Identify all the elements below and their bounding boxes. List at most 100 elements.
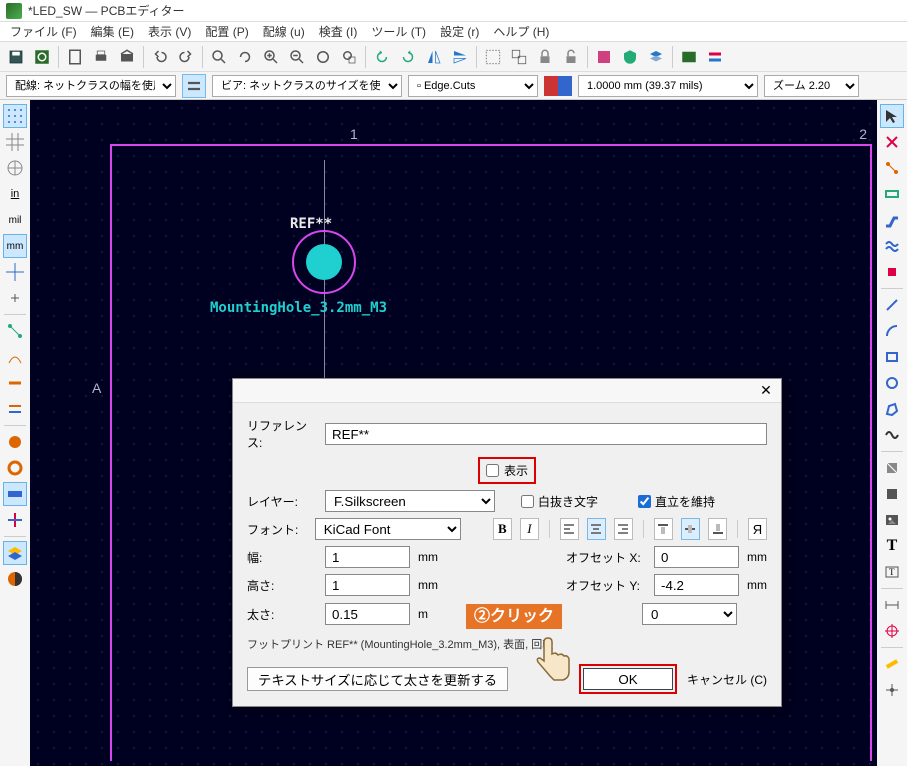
board-setup-icon[interactable] (30, 45, 54, 69)
draw-poly-icon[interactable] (880, 397, 904, 421)
offsetx-input[interactable] (654, 546, 739, 568)
via-display-icon[interactable] (3, 456, 27, 480)
lock-icon[interactable] (533, 45, 557, 69)
footprint-value-text[interactable]: MountingHole_3.2mm_M3 (210, 300, 387, 316)
track-display-icon[interactable] (3, 482, 27, 506)
italic-button[interactable]: I (520, 518, 539, 540)
polar-icon[interactable] (3, 156, 27, 180)
knockout-checkbox[interactable] (521, 495, 534, 508)
zoom-out-icon[interactable] (285, 45, 309, 69)
menu-place[interactable]: 配置 (P) (199, 21, 254, 42)
align-left-button[interactable] (560, 518, 579, 540)
auto-thickness-button[interactable]: テキストサイズに応じて太さを更新する (247, 667, 508, 691)
ratsnest-curved-icon[interactable] (3, 345, 27, 369)
grid-select[interactable]: 1.0000 mm (39.37 mils) (578, 75, 758, 97)
layer-pair-icon[interactable] (544, 76, 572, 96)
valign-bot-button[interactable] (708, 518, 727, 540)
select-tool-icon[interactable] (880, 104, 904, 128)
thickness-input[interactable] (325, 603, 410, 625)
menu-edit[interactable]: 編集 (E) (85, 21, 140, 42)
mirror-h-icon[interactable] (422, 45, 446, 69)
place-footprint-icon[interactable] (880, 182, 904, 206)
drc-icon[interactable] (618, 45, 642, 69)
menu-tools[interactable]: ツール (T) (365, 21, 432, 42)
redo-icon[interactable] (174, 45, 198, 69)
layers-manager-icon[interactable] (644, 45, 668, 69)
draw-circle-icon[interactable] (880, 371, 904, 395)
layer-select[interactable]: ▫ Edge.Cuts (408, 75, 538, 97)
add-textbox-icon[interactable]: T (880, 560, 904, 584)
add-dimension-icon[interactable] (880, 593, 904, 617)
show-checkbox[interactable] (486, 464, 499, 477)
refresh-icon[interactable] (233, 45, 257, 69)
dialog-titlebar[interactable]: ✕ (233, 379, 781, 403)
layer-select-dialog[interactable]: F.Silkscreen (325, 490, 495, 512)
ok-button[interactable]: OK (583, 668, 673, 690)
menu-preferences[interactable]: 設定 (r) (434, 21, 485, 42)
draw-arc-icon[interactable] (880, 319, 904, 343)
align-right-button[interactable] (614, 518, 633, 540)
upright-checkbox-wrap[interactable]: 直立を維持 (638, 493, 715, 510)
print-icon[interactable] (89, 45, 113, 69)
zoom-select[interactable]: ズーム 2.20 (764, 75, 859, 97)
grid-origin-icon[interactable] (880, 678, 904, 702)
unlock-icon[interactable] (559, 45, 583, 69)
pad-display-icon[interactable] (3, 430, 27, 454)
mirror-v-icon[interactable] (448, 45, 472, 69)
set-origin-icon[interactable] (880, 619, 904, 643)
menu-view[interactable]: 表示 (V) (142, 21, 197, 42)
cursor-full-icon[interactable] (3, 260, 27, 284)
zone-display-icon[interactable] (3, 508, 27, 532)
measure-icon[interactable] (880, 652, 904, 676)
upright-checkbox[interactable] (638, 495, 651, 508)
mirror-text-button[interactable]: Я (748, 518, 767, 540)
tune-length-icon[interactable] (880, 260, 904, 284)
reference-input[interactable] (325, 423, 767, 445)
cancel-button[interactable]: キャンセル (C) (687, 671, 767, 688)
net-highlight-icon[interactable] (3, 397, 27, 421)
highlight-net-icon[interactable] (880, 130, 904, 154)
font-select[interactable]: KiCad Font (315, 518, 462, 540)
menu-route[interactable]: 配線 (u) (257, 21, 311, 42)
draw-rect-icon[interactable] (880, 345, 904, 369)
units-in-icon[interactable]: in (3, 182, 27, 206)
footprint-ref-text[interactable]: REF** (290, 216, 332, 232)
track-width-select[interactable]: 配線: ネットクラスの幅を使用 (6, 75, 176, 97)
hide-layers-icon[interactable] (703, 45, 727, 69)
auto-track-icon[interactable] (182, 74, 206, 98)
zoom-fit-icon[interactable] (311, 45, 335, 69)
draw-bezier-icon[interactable] (880, 423, 904, 447)
add-zone-icon[interactable] (880, 482, 904, 506)
units-mm-icon[interactable]: mm (3, 234, 27, 258)
units-mil-icon[interactable]: mil (3, 208, 27, 232)
scripting-icon[interactable] (677, 45, 701, 69)
rotate-ccw-icon[interactable] (370, 45, 394, 69)
route-diff-icon[interactable] (880, 234, 904, 258)
contrast-icon[interactable] (3, 567, 27, 591)
ungroup-icon[interactable] (507, 45, 531, 69)
offsety-input[interactable] (654, 574, 739, 596)
route-track-icon[interactable] (880, 208, 904, 232)
page-settings-icon[interactable] (63, 45, 87, 69)
orientation-select[interactable]: 0 (642, 603, 737, 625)
cursor-small-icon[interactable] (3, 286, 27, 310)
zoom-in-icon[interactable] (259, 45, 283, 69)
ratsnest-icon[interactable] (3, 319, 27, 343)
layers-visible-icon[interactable] (3, 541, 27, 565)
find-icon[interactable] (207, 45, 231, 69)
zoom-selection-icon[interactable] (337, 45, 361, 69)
valign-mid-button[interactable] (681, 518, 700, 540)
plot-icon[interactable] (115, 45, 139, 69)
rotate-cw-icon[interactable] (396, 45, 420, 69)
undo-icon[interactable] (148, 45, 172, 69)
menu-help[interactable]: ヘルプ (H) (487, 21, 555, 42)
net-color-icon[interactable] (3, 371, 27, 395)
valign-top-button[interactable] (654, 518, 673, 540)
close-icon[interactable]: ✕ (757, 382, 775, 400)
width-input[interactable] (325, 546, 410, 568)
grid-display-icon[interactable] (3, 104, 27, 128)
add-keepout-icon[interactable] (880, 456, 904, 480)
draw-line-icon[interactable] (880, 293, 904, 317)
footprint-editor-icon[interactable] (592, 45, 616, 69)
local-ratsnest-icon[interactable] (880, 156, 904, 180)
